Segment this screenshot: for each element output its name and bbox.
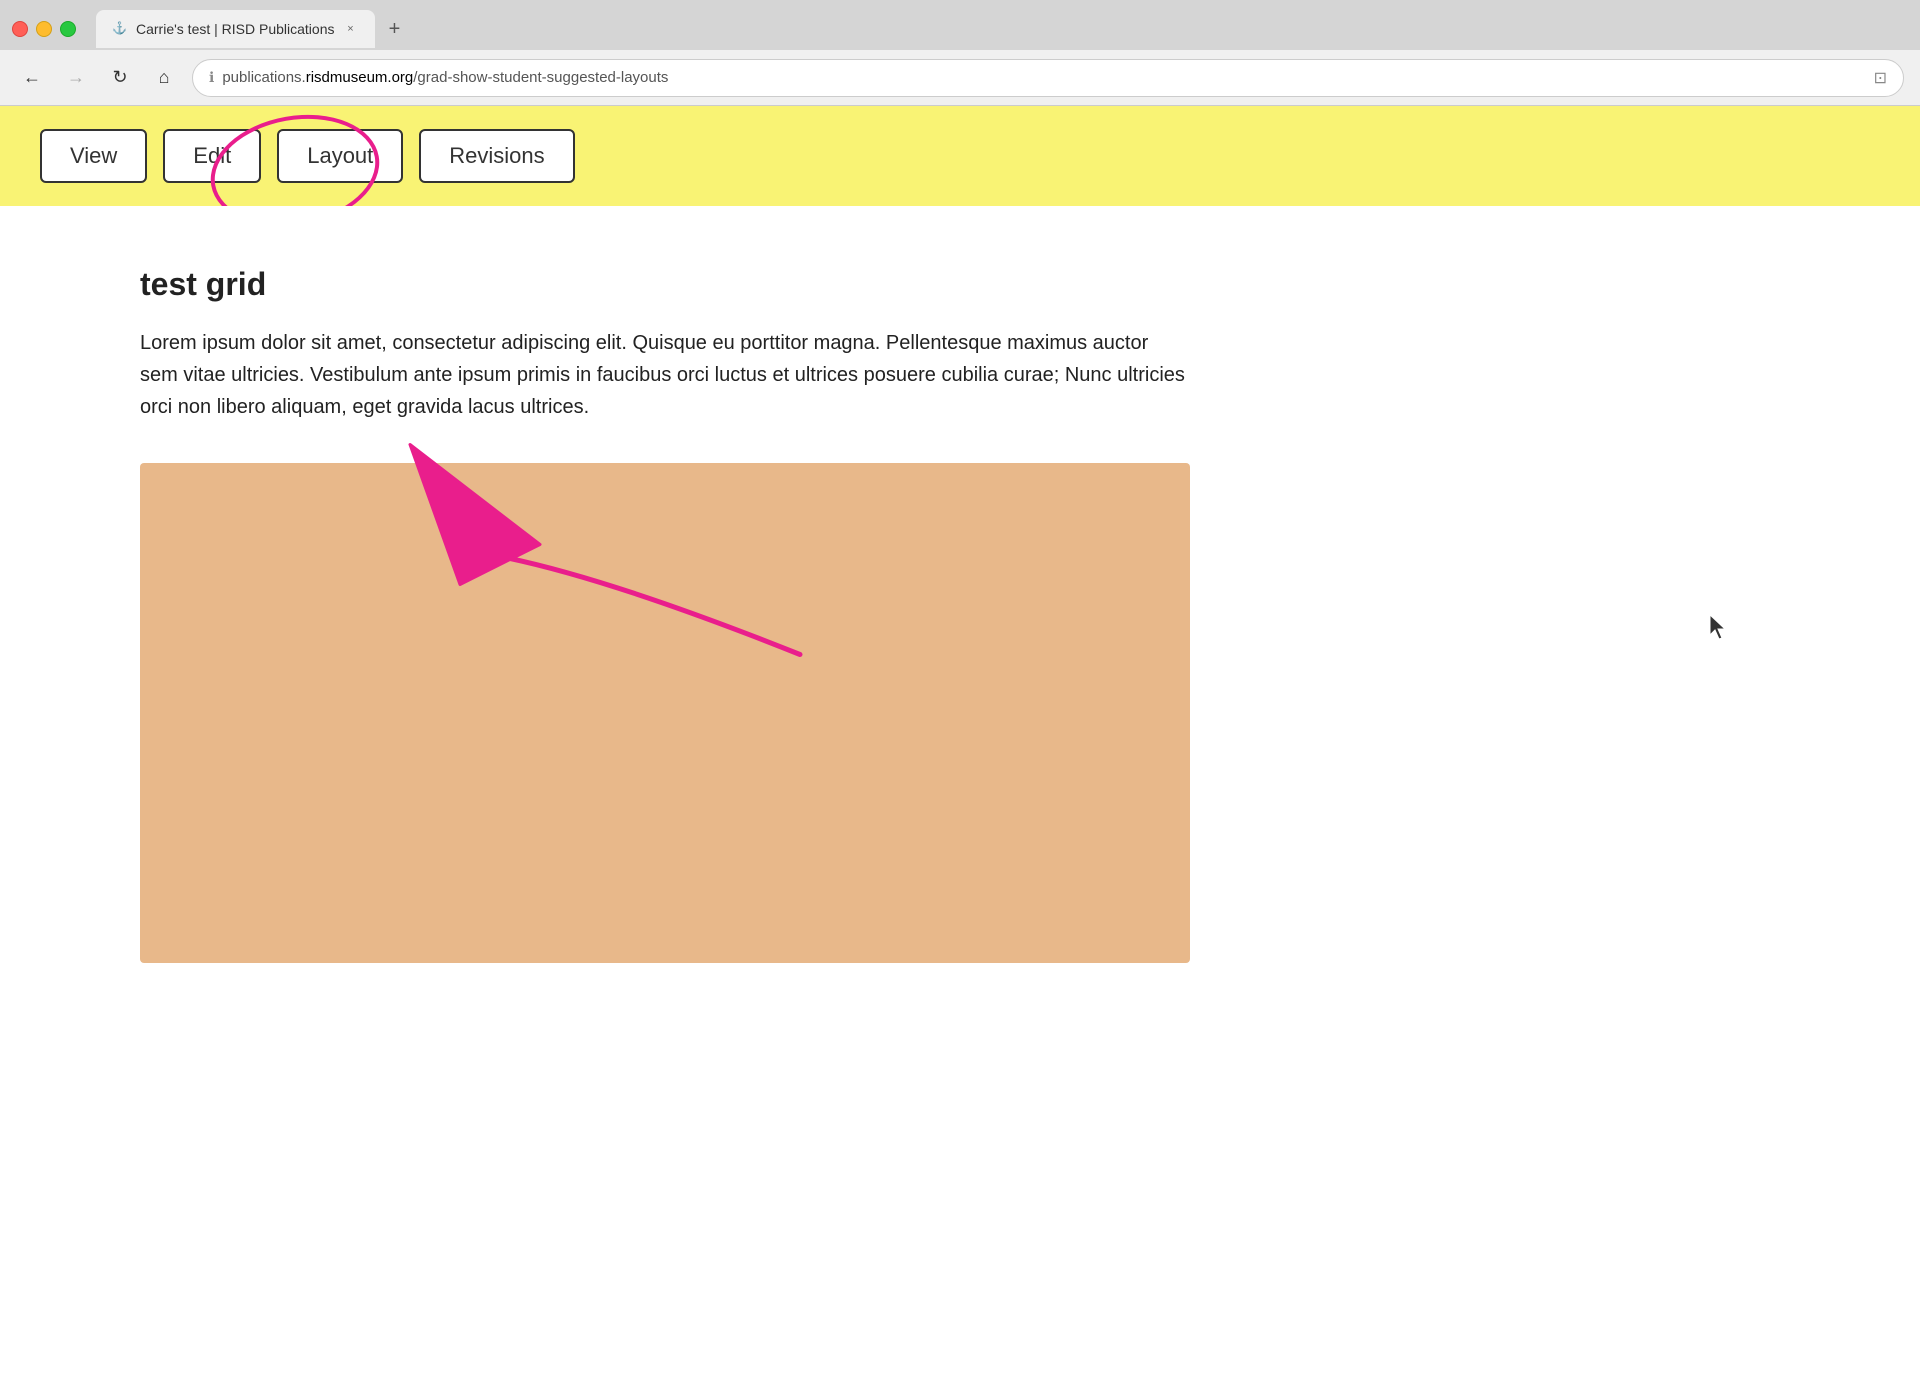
reload-button[interactable]: ↻ bbox=[104, 62, 136, 94]
new-tab-button[interactable]: + bbox=[379, 13, 411, 45]
layout-button[interactable]: Layout bbox=[277, 129, 403, 183]
info-icon: ℹ bbox=[209, 69, 214, 86]
active-tab[interactable]: ⚓ Carrie's test | RISD Publications × bbox=[96, 10, 375, 48]
revisions-button[interactable]: Revisions bbox=[419, 129, 574, 183]
url-text: publications.risdmuseum.org/grad-show-st… bbox=[222, 69, 1865, 86]
image-placeholder bbox=[140, 463, 1190, 963]
address-bar[interactable]: ℹ publications.risdmuseum.org/grad-show-… bbox=[192, 59, 1904, 97]
tab-bar: ⚓ Carrie's test | RISD Publications × + bbox=[0, 0, 1920, 50]
page-content: test grid Lorem ipsum dolor sit amet, co… bbox=[0, 206, 1920, 1023]
url-path: /grad-show-student-suggested-layouts bbox=[413, 69, 668, 86]
url-protocol: publications. bbox=[222, 69, 305, 86]
maximize-button[interactable] bbox=[60, 21, 76, 37]
close-button[interactable] bbox=[12, 21, 28, 37]
page-title: test grid bbox=[140, 266, 1820, 303]
edit-button[interactable]: Edit bbox=[163, 129, 261, 183]
tab-title: Carrie's test | RISD Publications bbox=[136, 21, 335, 37]
view-button[interactable]: View bbox=[40, 129, 147, 183]
browser-chrome: ⚓ Carrie's test | RISD Publications × + … bbox=[0, 0, 1920, 106]
tab-close-button[interactable]: × bbox=[343, 21, 359, 37]
page-body: Lorem ipsum dolor sit amet, consectetur … bbox=[140, 327, 1190, 423]
forward-button[interactable]: → bbox=[60, 62, 92, 94]
cms-toolbar: View Edit Layout Revisions bbox=[0, 106, 1920, 206]
nav-bar: ← → ↻ ⌂ ℹ publications.risdmuseum.org/gr… bbox=[0, 50, 1920, 106]
reader-mode-icon[interactable]: ⊡ bbox=[1874, 68, 1887, 88]
back-button[interactable]: ← bbox=[16, 62, 48, 94]
tab-favicon: ⚓ bbox=[112, 21, 128, 37]
minimize-button[interactable] bbox=[36, 21, 52, 37]
url-domain: risdmuseum.org bbox=[306, 69, 414, 86]
traffic-lights bbox=[12, 21, 76, 37]
home-button[interactable]: ⌂ bbox=[148, 62, 180, 94]
